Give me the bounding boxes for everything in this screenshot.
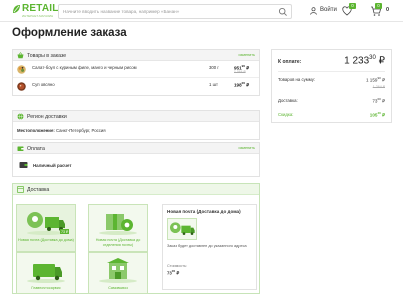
delivery-option-pickup[interactable]: Самовывоз — [88, 252, 148, 294]
total-value: 1 23330 ₽ — [344, 55, 385, 67]
delivery-option-home[interactable]: 73 ₽ Новая почта (Доставка до дома) — [16, 204, 76, 252]
payment-edit-link[interactable]: изменить — [238, 146, 255, 150]
search-icon[interactable] — [278, 7, 288, 17]
order-item-quantity: 300 г — [209, 65, 219, 70]
order-item: Салат-боул с куриным филе, манго и черны… — [13, 61, 259, 78]
location-line: Местоположение: Санкт-Петербург, Россия — [17, 128, 106, 133]
discount-value: 10540 ₽ — [369, 111, 385, 118]
delivery-sum-label: Доставка: — [278, 98, 298, 103]
basket-icon — [17, 52, 24, 59]
delivery-option-label: Самовывоз — [108, 286, 128, 290]
payment-panel-title: Оплата — [27, 145, 45, 152]
delivery-option-courier[interactable]: Главпочтоcарвис — [16, 252, 76, 294]
discount-label: Скидка: — [278, 112, 294, 117]
search-input[interactable] — [63, 6, 273, 17]
globe-icon — [17, 113, 24, 120]
delivery-option-label: Главпочтоcарвис — [31, 286, 61, 290]
login-label: Войти — [320, 7, 337, 13]
order-summary: К оплате: 1 23330 ₽ Товаров на сумму: 1 … — [271, 49, 392, 123]
goods-sum-value: 1 15990 ₽ — [365, 76, 385, 83]
payment-method[interactable]: Наличный расчет — [33, 163, 72, 168]
order-item-old-price: 1 064 ₽ — [234, 70, 246, 74]
delivery-option-branch[interactable]: Новая почта (Доставка до отделения почты… — [88, 204, 148, 252]
region-panel-header: Регион доставки — [13, 111, 259, 122]
goods-sum-label: Товаров на сумму: — [278, 77, 316, 82]
payment-panel-header: Оплата изменить — [13, 143, 259, 154]
user-icon — [310, 7, 317, 15]
delivery-sum-value: 7300 ₽ — [372, 97, 385, 104]
product-image — [17, 65, 26, 74]
goods-panel: Товары в заказе изменить Салат-боул с ку… — [12, 49, 260, 96]
delivery-cost-value: 7300 ₽ — [167, 269, 180, 276]
box-icon — [17, 186, 24, 193]
delivery-cost-label: Стоимость: — [167, 264, 188, 268]
cart-sum: 0 — [386, 7, 390, 13]
location-label: Местоположение: — [17, 128, 55, 133]
delivery-panel-header: Доставка — [13, 184, 259, 195]
delivery-detail-title: Новая почта (Доставка до дома) — [167, 209, 241, 214]
logo-text: RETAIL — [22, 3, 59, 14]
region-panel: Регион доставки Местоположение: Санкт-Пе… — [12, 110, 260, 140]
logo-subtitle: ИНТЕРНЕТ-МАГАЗИН — [22, 14, 54, 18]
delivery-panel-title: Доставка — [27, 186, 50, 193]
region-body: Местоположение: Санкт-Петербург, Россия — [13, 122, 259, 139]
logo-leaf-icon — [13, 5, 20, 13]
page-title: Оформление заказа — [12, 27, 127, 39]
delivery-detail-card: Новая почта (Доставка до дома) Заказ буд… — [162, 204, 257, 290]
order-item-price: 19800 ₽ — [234, 81, 250, 88]
goods-edit-link[interactable]: изменить — [238, 53, 255, 57]
payment-body: Наличный расчет — [13, 154, 259, 176]
goods-panel-header: Товары в заказе изменить — [13, 50, 259, 61]
goods-panel-title: Товары в заказе — [27, 52, 67, 59]
delivery-option-label: Новая почта (Доставка до дома) — [18, 238, 74, 242]
parcel-icon — [99, 214, 137, 235]
delivery-detail-note: Заказ будет доставлен до указанного адре… — [167, 244, 247, 248]
cart-badge: 0 — [375, 3, 382, 9]
delivery-option-label: Новая почта (Доставка до отделения почты… — [95, 238, 141, 247]
total-label: К оплате: — [278, 59, 302, 65]
order-item-quantity: 1 шт — [209, 82, 218, 87]
wallet-icon — [17, 146, 24, 151]
order-item-name[interactable]: Суп овсяно — [32, 82, 55, 87]
location-value[interactable]: Санкт-Петербург, Россия — [56, 128, 106, 133]
delivery-detail-image — [167, 218, 197, 240]
cash-icon — [19, 162, 28, 168]
summary-divider — [278, 71, 385, 72]
building-icon — [99, 258, 137, 283]
product-image — [17, 82, 26, 91]
logo[interactable]: RETAIL ИНТЕРНЕТ-МАГАЗИН — [12, 3, 58, 19]
order-item: Суп овсяно 1 шт 19800 ₽ — [13, 78, 259, 95]
search-box — [58, 4, 292, 19]
goods-sum-old: 1 264 ₽ — [372, 85, 385, 89]
favorites-badge: 0 — [349, 3, 356, 9]
van-icon — [27, 264, 65, 283]
order-item-name[interactable]: Салат-боул с куриным филе, манго и черны… — [32, 65, 137, 70]
delivery-option-price: 73 ₽ — [60, 229, 70, 234]
payment-panel: Оплата изменить Наличный расчет — [12, 142, 260, 177]
region-panel-title: Регион доставки — [27, 113, 67, 120]
site-header: RETAIL ИНТЕРНЕТ-МАГАЗИН Войти 0 0 0 — [0, 0, 403, 22]
truck-icon — [170, 222, 195, 235]
